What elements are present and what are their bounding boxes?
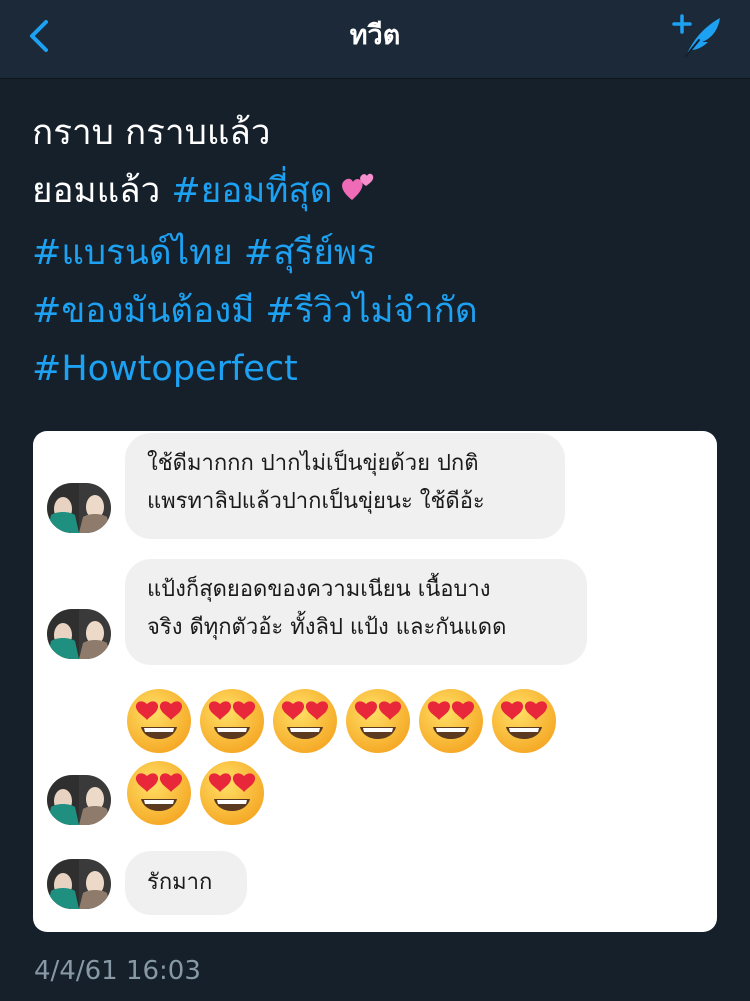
avatar [47, 483, 111, 533]
heart-eyes-emoji [271, 687, 339, 755]
attached-image[interactable]: ใช้ดีมากกก ปากไม่เป็นขุ่ยด้วย ปกติ แพรทา… [33, 431, 717, 932]
compose-tweet-button[interactable] [672, 12, 724, 60]
tweet-line-3: #แบรนด์ไทย #สุรีย์พร [32, 224, 722, 282]
hashtag-link[interactable]: #แบรนด์ไทย [32, 233, 233, 273]
chat-bubble: แป้งก็สุดยอดของความเนียน เนื้อบาง จริง ด… [125, 559, 587, 665]
top-bar: ทวีต [0, 0, 750, 79]
tweet-line-5: #Howtoperfect [32, 340, 722, 398]
chat-text: รักมาก [147, 870, 213, 895]
hashtag-link[interactable]: #Howtoperfect [32, 349, 298, 389]
chat-text: แป้งก็สุดยอดของความเนียน เนื้อบาง [147, 577, 491, 602]
avatar [47, 775, 111, 825]
heart-eyes-emoji [198, 687, 266, 755]
chat-bubble: ใช้ดีมากกก ปากไม่เป็นขุ่ยด้วย ปกติ แพรทา… [125, 433, 565, 539]
back-button[interactable] [22, 16, 62, 56]
heart-eyes-emoji [344, 687, 412, 755]
chat-text: แพรทาลิปแล้วปากเป็นขุ่ยนะ ใช้ดีอ้ะ [147, 489, 485, 514]
page-title: ทวีต [349, 20, 401, 51]
tweet-line-2-text: ยอมแล้ว [32, 171, 172, 211]
heart-eyes-emoji [490, 687, 558, 755]
chat-bubble: รักมาก [125, 851, 247, 915]
avatar [47, 609, 111, 659]
hashtag-link[interactable]: #ยอมที่สุด [171, 171, 332, 211]
tweet-timestamp: 4/4/61 16:03 [34, 956, 201, 986]
two-hearts-icon [338, 166, 378, 224]
tweet-text: กราบ กราบแล้ว ยอมแล้ว #ยอมที่สุด #แบรนด์… [32, 104, 722, 398]
heart-eyes-emoji [417, 687, 485, 755]
heart-eyes-emoji [125, 759, 193, 827]
heart-eyes-emoji [125, 687, 193, 755]
emoji-message [125, 687, 595, 831]
heart-eyes-emoji [198, 759, 266, 827]
compose-tweet-icon [672, 14, 720, 57]
hashtag-link[interactable]: #สุรีย์พร [244, 233, 376, 273]
chat-text: จริง ดีทุกตัวอ้ะ ทั้งลิป แป้ง และกันแดด [147, 615, 507, 640]
chevron-left-icon [30, 20, 48, 52]
tweet-line-2: ยอมแล้ว #ยอมที่สุด [32, 162, 722, 224]
hashtag-link[interactable]: #ของมันต้องมี [32, 291, 254, 331]
avatar [47, 859, 111, 909]
chat-text: ใช้ดีมากกก ปากไม่เป็นขุ่ยด้วย ปกติ [147, 451, 479, 476]
tweet-line-1: กราบ กราบแล้ว [32, 113, 271, 153]
tweet-line-4: #ของมันต้องมี #รีวิวไม่จำกัด [32, 282, 722, 340]
hashtag-link[interactable]: #รีวิวไม่จำกัด [265, 291, 477, 331]
